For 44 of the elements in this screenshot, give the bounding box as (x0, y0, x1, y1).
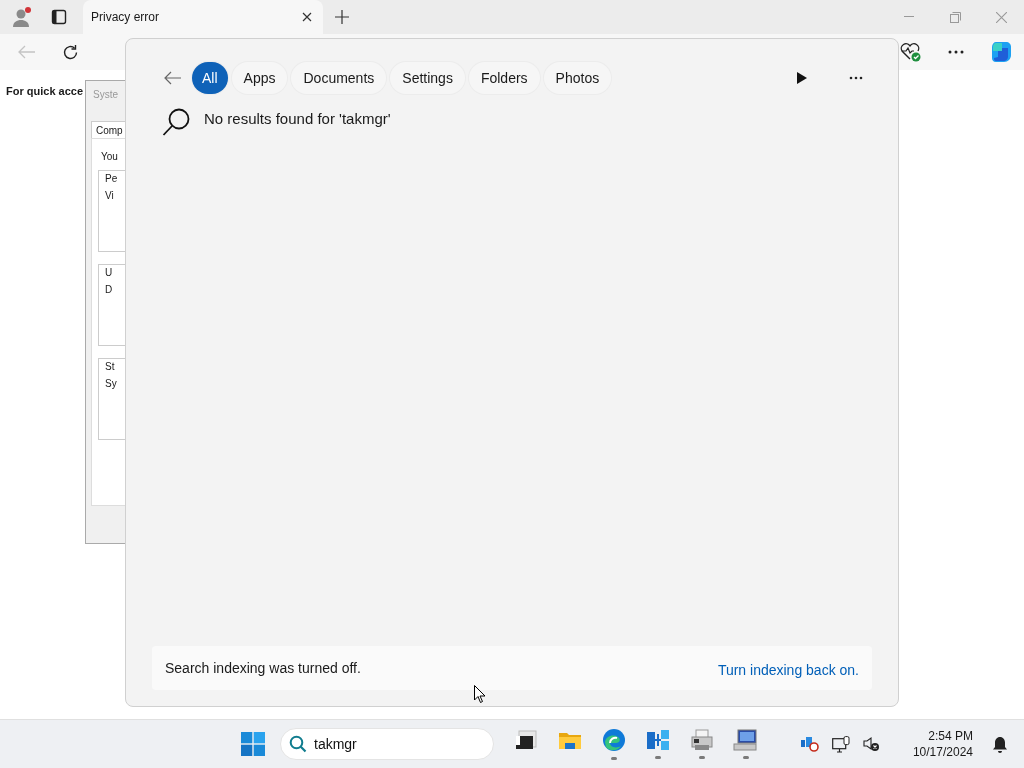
monitor-icon[interactable] (831, 735, 850, 753)
group-label: St (105, 361, 116, 372)
refresh-icon[interactable] (62, 43, 79, 61)
search-icon (162, 107, 192, 137)
turn-on-indexing-link[interactable]: Turn indexing back on. (717, 662, 859, 678)
assistant-icon[interactable] (990, 40, 1014, 64)
speaker-muted-icon[interactable] (862, 736, 880, 752)
page-text: For quick acce (6, 85, 84, 97)
profile-icon[interactable] (11, 6, 33, 28)
search-icon (289, 735, 307, 753)
browser-tab[interactable]: Privacy error (83, 0, 323, 34)
tab-actions-icon[interactable] (51, 9, 67, 25)
close-icon[interactable] (301, 11, 313, 23)
group-text: Sy (105, 378, 118, 389)
more-icon[interactable] (948, 50, 964, 54)
filter-tab[interactable]: Apps (231, 62, 288, 94)
notice-text: Search indexing was turned off. (165, 660, 361, 676)
group-label: Pe (105, 173, 119, 184)
group-label: U (105, 267, 114, 278)
new-tab-icon[interactable] (335, 10, 349, 24)
notification-icon[interactable] (992, 735, 1008, 753)
filter-tab[interactable]: Settings (390, 62, 465, 94)
printer-icon[interactable] (690, 729, 714, 751)
network-icon[interactable] (646, 729, 670, 751)
clock[interactable]: 2:54 PM 10/17/2024 (912, 728, 973, 760)
terminal-icon[interactable] (515, 730, 537, 750)
computer-icon[interactable] (733, 729, 759, 751)
filter-tab[interactable]: Folders (468, 62, 540, 94)
health-icon[interactable] (900, 42, 922, 62)
edge-icon[interactable] (602, 728, 626, 752)
filter-tab[interactable]: All (192, 62, 228, 94)
group-text: D (105, 284, 114, 295)
back-icon[interactable] (164, 71, 182, 85)
search-field[interactable]: takmgr (280, 728, 494, 760)
filter-tab[interactable]: Photos (543, 62, 612, 94)
dialog-tab[interactable]: Comp (91, 121, 125, 138)
dialog-text: You (101, 151, 119, 162)
folder-icon[interactable] (558, 730, 582, 750)
start-icon[interactable] (241, 732, 265, 756)
no-results-message: No results found for 'takmgr' (204, 109, 391, 127)
network-error-icon[interactable] (800, 736, 819, 752)
group-text: Vi (105, 190, 115, 201)
filter-tab[interactable]: Documents (291, 62, 387, 94)
window-title: Syste (92, 88, 119, 102)
